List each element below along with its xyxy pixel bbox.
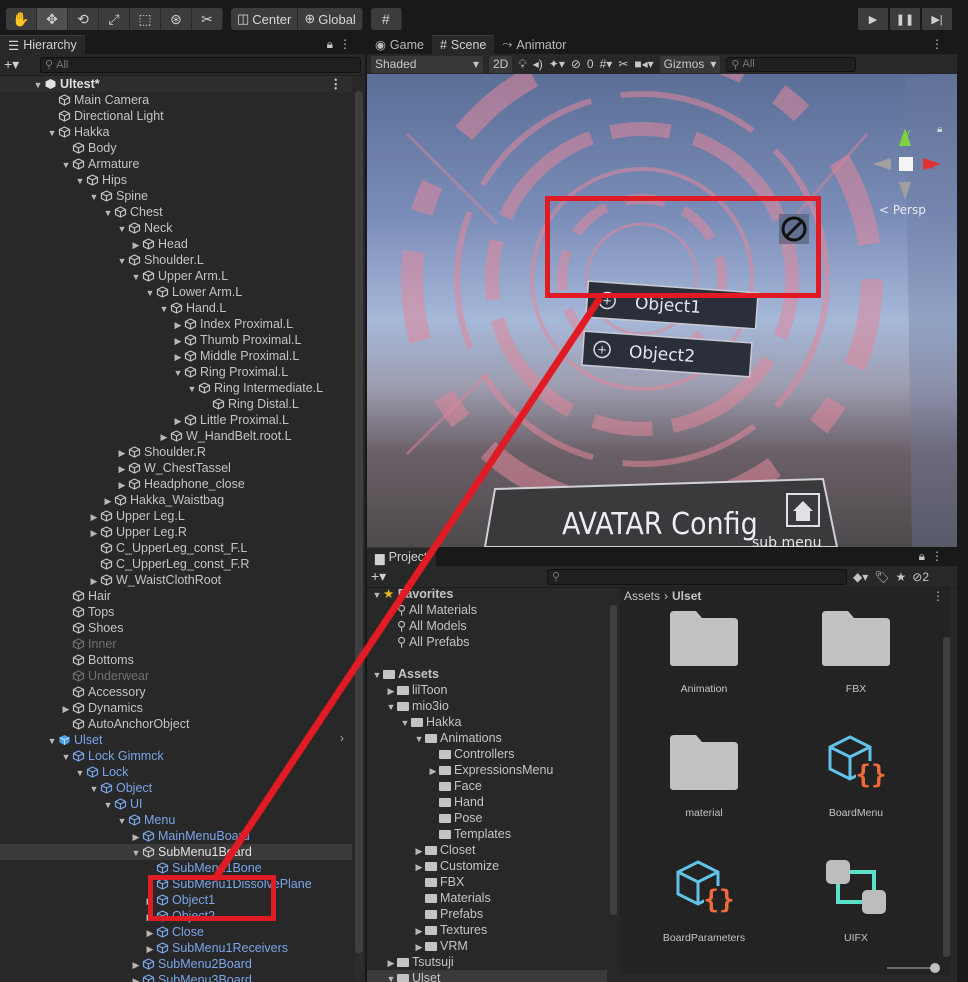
- annotation-arrow: [211, 296, 603, 882]
